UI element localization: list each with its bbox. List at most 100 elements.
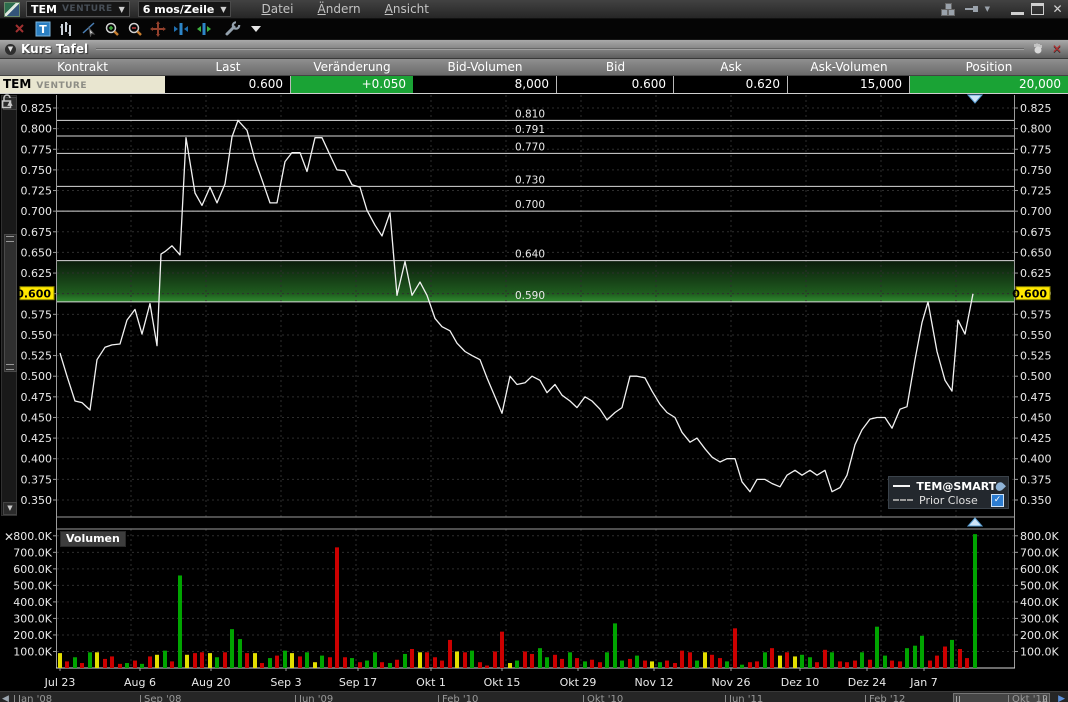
- timeline-label: Okt '12: [1008, 694, 1048, 702]
- crosshair-icon[interactable]: [148, 20, 168, 38]
- scroll-down-icon[interactable]: ▼: [3, 502, 17, 515]
- volume-close-icon[interactable]: ✕: [4, 530, 14, 544]
- maximize-button[interactable]: [1031, 3, 1044, 15]
- app-icon: [4, 2, 20, 17]
- svg-text:100.0K: 100.0K: [13, 645, 52, 658]
- svg-text:500.0K: 500.0K: [13, 579, 52, 592]
- time-marker-top[interactable]: [968, 95, 982, 103]
- compress-in-icon[interactable]: [194, 20, 214, 38]
- svg-text:0.375: 0.375: [21, 473, 53, 486]
- cell-change[interactable]: +0.050: [291, 76, 413, 93]
- column-header-ask[interactable]: Ask: [674, 59, 788, 75]
- svg-text:Sep 17: Sep 17: [339, 676, 377, 689]
- svg-text:0.675: 0.675: [21, 226, 53, 239]
- column-header-kontrakt[interactable]: Kontrakt: [0, 59, 165, 75]
- column-header-ask-volumen[interactable]: Ask-Volumen: [788, 59, 910, 75]
- menu-ansicht[interactable]: Ansicht: [385, 2, 429, 16]
- svg-text:0.725: 0.725: [1020, 185, 1052, 198]
- chart-toolbar: T: [0, 19, 1068, 40]
- gridlines: [57, 95, 1014, 668]
- svg-text:0.700: 0.700: [1020, 205, 1052, 218]
- drag-hand-icon[interactable]: [1032, 43, 1044, 55]
- column-header-veränderung[interactable]: Veränderung: [291, 59, 413, 75]
- svg-text:0.550: 0.550: [21, 329, 53, 342]
- svg-text:0.600: 0.600: [1020, 288, 1052, 301]
- trendline-tool-icon[interactable]: [79, 20, 99, 38]
- time-marker-bottom[interactable]: [968, 518, 982, 526]
- svg-text:0.600: 0.600: [16, 288, 51, 301]
- period-combo[interactable]: 6 mos/Zeile ▼: [138, 1, 232, 17]
- cell-bid[interactable]: 0.600: [557, 76, 674, 93]
- svg-text:Okt 15: Okt 15: [484, 676, 521, 689]
- svg-text:400.0K: 400.0K: [1020, 596, 1059, 609]
- svg-text:0.700: 0.700: [515, 199, 545, 211]
- close-button[interactable]: ✕: [1051, 4, 1064, 15]
- timeline-label: Okt '10: [583, 694, 623, 702]
- svg-text:0.775: 0.775: [21, 143, 53, 156]
- titlebar-right: ▼ ✕: [941, 0, 1064, 18]
- panel-header: ▼ Kurs Tafel ✕: [0, 40, 1068, 59]
- menu-datei[interactable]: Datei: [261, 2, 293, 16]
- svg-text:0.450: 0.450: [21, 411, 53, 424]
- timeline-label: Feb '10: [438, 694, 478, 702]
- close-chart-icon[interactable]: [10, 20, 30, 38]
- cell-position[interactable]: 20,000: [910, 76, 1068, 93]
- svg-text:Dez 10: Dez 10: [781, 676, 820, 689]
- time-scrollbar[interactable]: ◀ ▶ Jan '08Sep '08Jun '09Feb '10Okt '10J…: [0, 691, 1068, 702]
- date-axis-labels[interactable]: Jul 23Aug 6Aug 20Sep 3Sep 17Okt 1Okt 15O…: [44, 668, 938, 689]
- svg-text:0.650: 0.650: [21, 246, 53, 259]
- volume-bars: [58, 534, 977, 668]
- svg-text:Sep 3: Sep 3: [270, 676, 301, 689]
- text-tool-icon[interactable]: T: [33, 20, 53, 38]
- svg-text:300.0K: 300.0K: [13, 612, 52, 625]
- svg-text:200.0K: 200.0K: [1020, 629, 1059, 642]
- more-dropdown-icon[interactable]: [246, 20, 266, 38]
- svg-text:Aug 20: Aug 20: [192, 676, 231, 689]
- bar-style-icon[interactable]: [56, 20, 76, 38]
- settings-wrench-icon[interactable]: [223, 20, 243, 38]
- column-header-position[interactable]: Position: [910, 59, 1068, 75]
- svg-text:0.600: 0.600: [21, 288, 53, 301]
- zoom-in-icon[interactable]: [102, 20, 122, 38]
- scroll-left-icon[interactable]: ◀: [2, 695, 9, 702]
- pin-dropdown-icon[interactable]: ▼: [985, 5, 990, 13]
- scroll-right-icon[interactable]: ▶: [1058, 695, 1065, 702]
- svg-text:0.600: 0.600: [1012, 288, 1047, 301]
- svg-text:0.800: 0.800: [1020, 123, 1052, 136]
- cell-ask[interactable]: 0.620: [674, 76, 788, 93]
- cell-last[interactable]: 0.600: [165, 76, 291, 93]
- scroll-up-icon[interactable]: ▲: [3, 97, 17, 110]
- price-axis-labels[interactable]: 0.8250.8250.8000.8000.7750.7750.7500.750…: [21, 102, 1052, 507]
- prior-close-checkbox[interactable]: ✓: [991, 494, 1004, 507]
- blocks-icon[interactable]: [941, 3, 955, 15]
- symbol-combo-ghost: VENTURE: [62, 4, 113, 14]
- minimize-button[interactable]: [1011, 4, 1024, 15]
- pin-icon[interactable]: [965, 4, 981, 14]
- column-header-last[interactable]: Last: [165, 59, 291, 75]
- svg-text:600.0K: 600.0K: [1020, 563, 1059, 576]
- price-axis-scrollbar[interactable]: ▲ ▼: [1, 95, 17, 516]
- timeline-label: Jan '08: [14, 694, 52, 702]
- column-header-bid-volumen[interactable]: Bid-Volumen: [413, 59, 557, 75]
- price-scrollbar-thumb[interactable]: [4, 234, 17, 372]
- reference-lines: 0.8100.7910.7700.7300.7000.6400.590: [57, 108, 1014, 302]
- chevron-down-icon: ▼: [220, 5, 226, 14]
- svg-text:0.425: 0.425: [1020, 432, 1052, 445]
- svg-text:0.770: 0.770: [515, 141, 545, 153]
- column-header-bid[interactable]: Bid: [557, 59, 674, 75]
- menu-ndern[interactable]: Ändern: [318, 2, 361, 16]
- collapse-panel-icon[interactable]: ▼: [5, 44, 16, 55]
- cell-bid-volume[interactable]: 8,000: [413, 76, 557, 93]
- zoom-out-icon[interactable]: [125, 20, 145, 38]
- panel-close-icon[interactable]: ✕: [1052, 42, 1062, 56]
- chevron-down-icon: ▼: [119, 5, 125, 14]
- volume-axis-labels[interactable]: 100.0K100.0K200.0K200.0K300.0K300.0K400.…: [13, 530, 1059, 659]
- compress-out-icon[interactable]: [171, 20, 191, 38]
- quote-table-header: KontraktLastVeränderungBid-VolumenBidAsk…: [0, 59, 1068, 76]
- cell-ask-volume[interactable]: 15,000: [788, 76, 910, 93]
- svg-text:0.575: 0.575: [21, 308, 53, 321]
- cell-kontrakt[interactable]: TEMVENTURE: [0, 76, 165, 93]
- symbol-combo[interactable]: TEM VENTURE ▼: [26, 1, 130, 17]
- chart-region[interactable]: 0.8100.7910.7700.7300.7000.6400.5900.825…: [0, 94, 1068, 691]
- symbol-combo-value: TEM: [31, 3, 57, 16]
